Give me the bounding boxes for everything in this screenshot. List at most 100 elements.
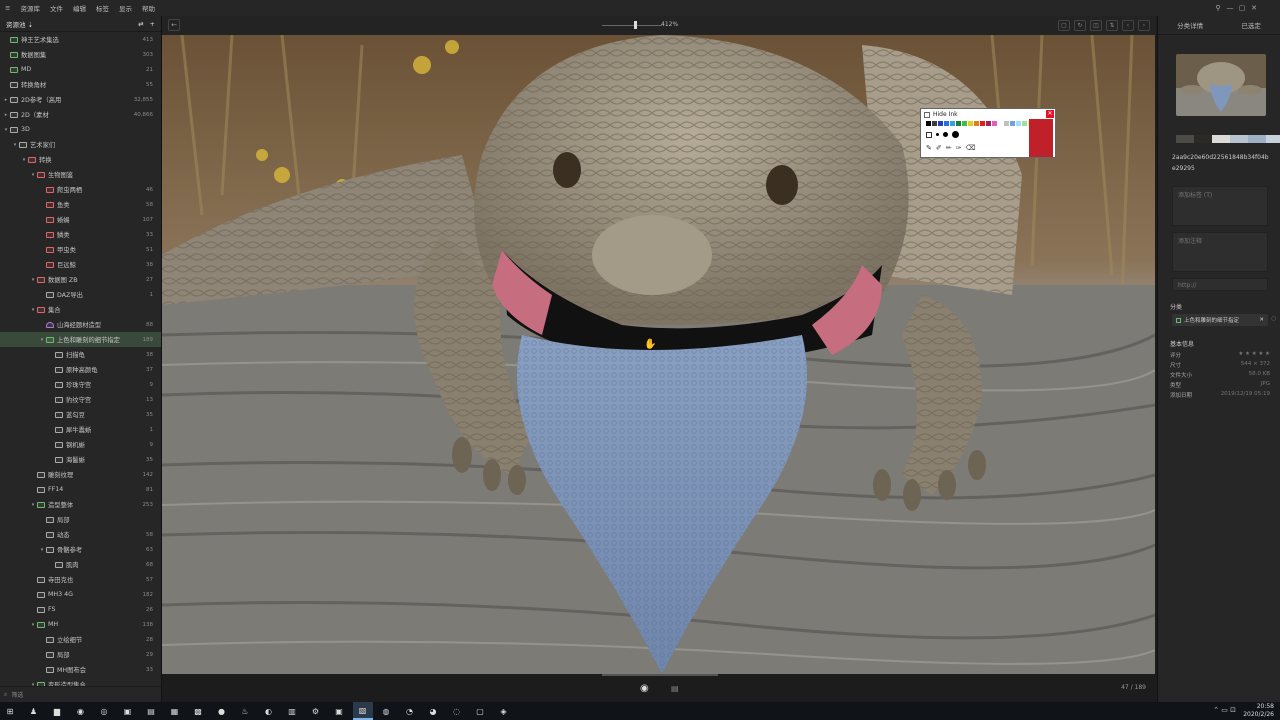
taskbar-app-icon[interactable]: ♨ xyxy=(235,702,255,720)
ink-color-swatch[interactable] xyxy=(944,121,949,126)
ink-color-swatch[interactable] xyxy=(938,121,943,126)
folder-row[interactable]: 局部 29 xyxy=(0,647,161,662)
folder-row[interactable]: 鱼类 58 xyxy=(0,197,161,212)
folder-row[interactable]: ▾ 骨骼参考 63 xyxy=(0,542,161,557)
palette-color[interactable] xyxy=(1248,135,1266,143)
taskbar-app-icon[interactable]: ▢ xyxy=(470,702,490,720)
app-menu-icon[interactable]: ≡ xyxy=(0,4,15,12)
folder-row[interactable]: 鳞类 33 xyxy=(0,227,161,242)
taskbar-clock[interactable]: 20:58 2020/2/26 xyxy=(1243,703,1274,719)
folder-row[interactable]: 立绘细节 28 xyxy=(0,632,161,647)
info-value[interactable]: ★ ★ ★ ★ ★ xyxy=(1238,351,1270,361)
taskbar-app-icon[interactable]: ▥ xyxy=(282,702,302,720)
flip-icon[interactable]: ⇅ xyxy=(1106,20,1118,31)
menu-edit[interactable]: 编辑 xyxy=(68,3,91,13)
taskbar-app-icon[interactable]: ▤ xyxy=(141,702,161,720)
taskbar-app-icon[interactable]: ◌ xyxy=(447,702,467,720)
folder-row[interactable]: 巨远鲸 38 xyxy=(0,257,161,272)
start-button[interactable]: ⊞ xyxy=(0,702,20,720)
folder-row[interactable]: ▾ 生物图鉴 xyxy=(0,167,161,182)
folder-row[interactable]: FF14 81 xyxy=(0,482,161,497)
palette-color[interactable] xyxy=(1194,135,1212,143)
ink-color-swatch[interactable] xyxy=(980,121,985,126)
expand-toggle-icon[interactable]: ▾ xyxy=(38,547,46,553)
folder-row[interactable]: 豹纹守宫 13 xyxy=(0,392,161,407)
taskbar-app-icon[interactable]: ◐ xyxy=(259,702,279,720)
menu-file[interactable]: 文件 xyxy=(45,3,68,13)
folder-tree[interactable]: 神王艺术集选 413 数据图集 303 MD 21 转换角材 55 ▸ 2D参考（高用 32,855… xyxy=(0,32,161,686)
compare-icon[interactable]: ◫ xyxy=(1090,20,1102,31)
taskbar-app-icon[interactable]: ◉ xyxy=(71,702,91,720)
folder-row[interactable]: 珍珠守宫 9 xyxy=(0,377,161,392)
pen-size-medium-icon[interactable] xyxy=(943,132,948,137)
zoom-slider[interactable] xyxy=(602,25,662,26)
ink-color-swatch[interactable] xyxy=(992,121,997,126)
folder-row[interactable]: 原种高颜龟 37 xyxy=(0,362,161,377)
expand-toggle-icon[interactable]: ▾ xyxy=(29,622,37,628)
ink-color-swatch[interactable] xyxy=(932,121,937,126)
taskbar-app-icon[interactable]: ◈ xyxy=(494,702,514,720)
ink-close-button[interactable]: ✕ xyxy=(1046,110,1054,118)
taskbar-app-icon[interactable]: ♟ xyxy=(24,702,44,720)
folder-row[interactable]: 数据图集 303 xyxy=(0,47,161,62)
ink-color-swatch[interactable] xyxy=(956,121,961,126)
menu-library[interactable]: 资源库 xyxy=(15,3,45,13)
expand-toggle-icon[interactable]: ▾ xyxy=(20,157,28,163)
ink-color-swatch[interactable] xyxy=(950,121,955,126)
tab-selected[interactable]: 已选定 xyxy=(1241,20,1261,30)
taskbar-app-icon[interactable]: ▦ xyxy=(165,702,185,720)
taskbar-app-icon[interactable]: ▣ xyxy=(118,702,138,720)
image-scroll-indicator[interactable] xyxy=(602,674,718,676)
remove-tag-icon[interactable]: ✕ xyxy=(1259,317,1264,323)
folder-row[interactable]: 肌肉 68 xyxy=(0,557,161,572)
marker-icon[interactable]: ✏ xyxy=(946,144,952,152)
folder-row[interactable]: ▾ 艺术家们 xyxy=(0,137,161,152)
folder-row[interactable]: 蜥蜴 107 xyxy=(0,212,161,227)
folder-tag[interactable]: 上色和雕刻的细节指定 ✕ xyxy=(1172,314,1268,326)
rotate-icon[interactable]: ↻ xyxy=(1074,20,1086,31)
menu-tag[interactable]: 标签 xyxy=(91,3,114,13)
maximize-button[interactable]: ▢ xyxy=(1236,4,1248,12)
file-name[interactable]: 2aa9c20e60d22561848b34f04be29295 xyxy=(1172,152,1270,174)
next-image-icon[interactable]: › xyxy=(1138,20,1150,31)
taskbar-app-icon[interactable]: ● xyxy=(212,702,232,720)
ink-color-swatch[interactable] xyxy=(1004,121,1009,126)
tray-icons[interactable]: ⌃ ▭ ⊡ xyxy=(1213,706,1236,714)
folder-row[interactable]: MD 21 xyxy=(0,62,161,77)
pin-icon[interactable]: ⚲ xyxy=(1212,4,1224,12)
eraser-icon[interactable]: ⌫ xyxy=(966,144,976,152)
sort-icon[interactable]: ⇄ xyxy=(138,20,143,28)
expand-toggle-icon[interactable]: ▾ xyxy=(29,172,37,178)
expand-toggle-icon[interactable]: ▾ xyxy=(11,142,19,148)
zoom-slider-handle[interactable] xyxy=(633,21,637,29)
palette-color[interactable] xyxy=(1176,135,1194,143)
folder-row[interactable]: 局部 xyxy=(0,512,161,527)
folder-row[interactable]: ▾ 变形造型集合 xyxy=(0,677,161,686)
palette-color[interactable] xyxy=(1266,135,1280,143)
folder-row[interactable]: ▾ 转换 xyxy=(0,152,161,167)
comment-icon[interactable]: ▤ xyxy=(671,684,679,693)
ink-color-swatch[interactable] xyxy=(968,121,973,126)
folder-row[interactable]: 转换角材 55 xyxy=(0,77,161,92)
folder-row[interactable]: ▾ 集合 xyxy=(0,302,161,317)
pen-size-small-icon[interactable] xyxy=(936,133,939,136)
ink-color-swatch[interactable] xyxy=(1022,121,1027,126)
menu-help[interactable]: 帮助 xyxy=(137,3,160,13)
taskbar-app-icon[interactable]: ▆ xyxy=(47,702,67,720)
taskbar-app-icon[interactable]: ⚙ xyxy=(306,702,326,720)
folder-row[interactable]: 钢机蜥 9 xyxy=(0,437,161,452)
add-folder-tag-icon[interactable]: ○ xyxy=(1271,315,1276,322)
taskbar-app-icon[interactable]: ◕ xyxy=(423,702,443,720)
folder-row[interactable]: 爬虫两栖 46 xyxy=(0,182,161,197)
folder-row[interactable]: ▾ MH 138 xyxy=(0,617,161,632)
folder-row[interactable]: MH3 4G 182 xyxy=(0,587,161,602)
folder-row[interactable]: 神王艺术集选 413 xyxy=(0,32,161,47)
add-folder-icon[interactable]: + xyxy=(150,20,155,28)
expand-toggle-icon[interactable]: ▸ xyxy=(2,112,10,118)
minimize-button[interactable]: — xyxy=(1224,4,1236,12)
pencil-icon[interactable]: ✎ xyxy=(926,144,932,152)
expand-toggle-icon[interactable]: ▾ xyxy=(38,337,46,343)
expand-toggle-icon[interactable]: ▸ xyxy=(2,97,10,103)
folder-row[interactable]: 犀牛蠹蜥 1 xyxy=(0,422,161,437)
ink-color-swatch[interactable] xyxy=(926,121,931,126)
